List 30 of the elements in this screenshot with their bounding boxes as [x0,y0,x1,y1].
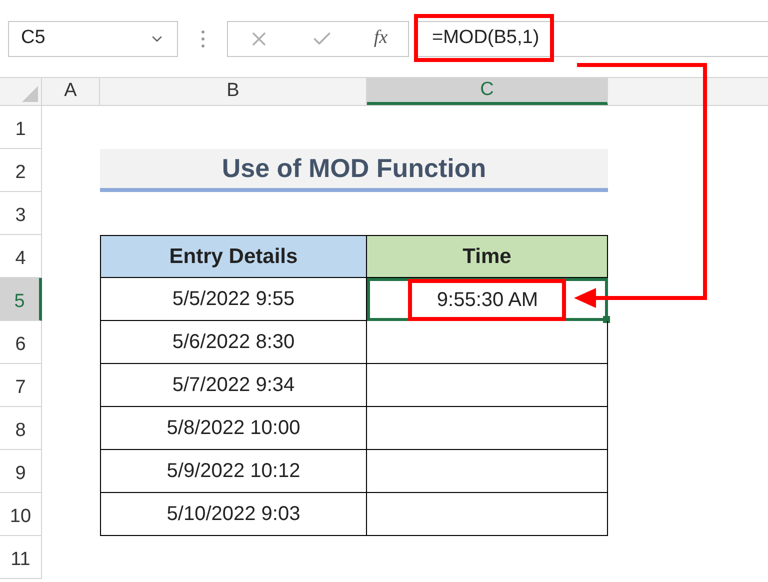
drag-handle-icon [201,30,205,48]
table-cell: 5/5/2022 9:55 [100,278,367,321]
row-header[interactable]: 4 [0,235,42,278]
cell-value: 9:55:30 AM [436,288,540,312]
formula-field[interactable]: =MOD(B5,1) [415,20,768,56]
column-header[interactable]: A [42,78,100,105]
table-cell: 5/10/2022 9:03 [100,493,367,536]
table-cell: 5/8/2022 10:00 [100,407,367,450]
name-box[interactable]: C5 [8,20,178,56]
select-all-icon[interactable] [22,86,38,102]
table-header: Time [367,235,608,278]
title-banner: Use of MOD Function [100,149,608,192]
formula-text: =MOD(B5,1) [431,26,540,50]
fill-handle[interactable] [603,316,610,323]
table-header: Entry Details [100,235,367,278]
row-header[interactable]: 10 [0,493,42,536]
row-header[interactable]: 1 [0,106,42,149]
row-header[interactable]: 6 [0,321,42,364]
row-header[interactable]: 5 [0,278,42,321]
table-cell: 5/6/2022 8:30 [100,321,367,364]
row-header[interactable]: 3 [0,192,42,235]
column-header[interactable]: C [367,78,608,105]
row-header[interactable]: 9 [0,450,42,493]
table-cell: 5/7/2022 9:34 [100,364,367,407]
row-header[interactable]: 7 [0,364,42,407]
row-header[interactable]: 2 [0,149,42,192]
row-header[interactable]: 8 [0,407,42,450]
row-header[interactable]: 11 [0,536,42,579]
function-button[interactable]: fx [374,24,388,53]
table-cell: 5/9/2022 10:12 [100,450,367,493]
